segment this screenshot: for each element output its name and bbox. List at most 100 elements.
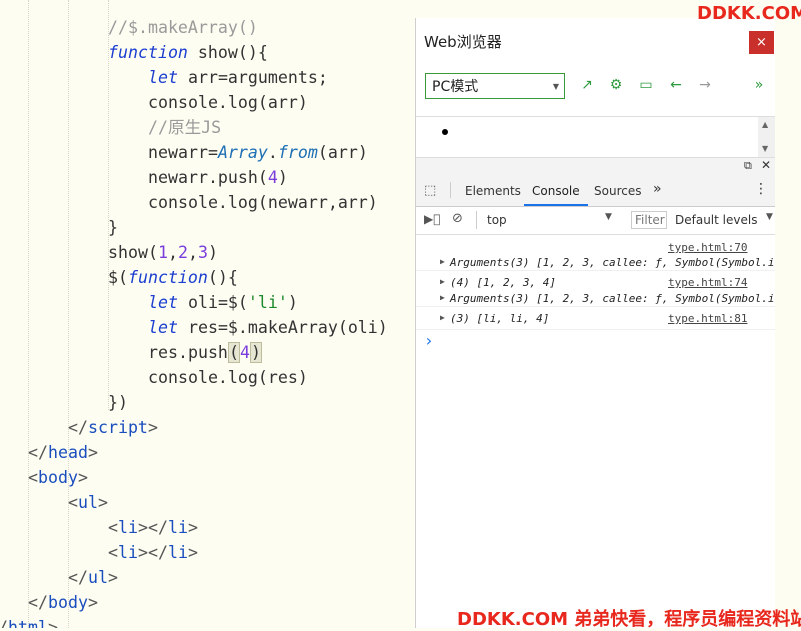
code-token: res=$.makeArray(oli) [177, 318, 388, 337]
code-token: ) [249, 342, 262, 363]
browser-title: Web浏览器 [424, 33, 502, 51]
code-token: ( [227, 342, 240, 363]
scroll-up-icon[interactable]: ▲ [762, 120, 768, 129]
code-token: from [277, 143, 318, 162]
browser-toolbar: PC模式 ▼ ↗ ⚙ ▭ ← → » [416, 66, 775, 114]
code-token: < [68, 493, 78, 512]
code-token: script [87, 418, 148, 437]
code-token: > [97, 493, 108, 512]
code-line[interactable]: console.log(arr) [148, 90, 308, 115]
vertical-scrollbar[interactable]: ▲ ▼ [758, 117, 775, 157]
filter-input[interactable]: Filter [631, 211, 667, 229]
code-editor[interactable]: //$.makeArray() function show(){let arr=a… [0, 0, 415, 628]
source-link[interactable]: type.html:81 [668, 312, 747, 325]
code-token: </ [28, 593, 48, 612]
code-token: ) [207, 243, 218, 262]
code-token: (arr) [317, 143, 368, 162]
code-line[interactable]: res.push(4) [148, 340, 262, 365]
code-line[interactable]: let arr=arguments; [148, 65, 328, 90]
code-token: </ [68, 418, 88, 437]
forward-arrow-icon[interactable]: → [696, 76, 714, 94]
code-token: li [167, 543, 188, 562]
code-line[interactable]: }) [108, 390, 128, 415]
console-output: type.html:70 ▶ Arguments(3) [1, 2, 3, cal… [416, 235, 775, 628]
back-arrow-icon[interactable]: ← [667, 76, 685, 94]
code-line[interactable]: </script> [68, 415, 158, 440]
open-external-icon[interactable]: ↗ [578, 76, 596, 94]
code-token: > [47, 618, 58, 628]
source-link[interactable]: type.html:70 [668, 241, 747, 254]
code-line[interactable]: newarr=Array.from(arr) [148, 140, 368, 165]
clear-console-icon[interactable]: ⊘ [452, 211, 463, 226]
expand-triangle-icon[interactable]: ▶ [440, 277, 445, 286]
settings-icon[interactable]: ⚙ [607, 76, 625, 94]
sidebar-toggle-icon[interactable]: ▶⃞ [424, 212, 440, 226]
code-token: let [148, 293, 178, 312]
log-text[interactable]: ▶ Arguments(3) [1, 2, 3, callee: ƒ, Symbo… [440, 292, 775, 305]
code-line[interactable]: <li></li> [108, 515, 198, 540]
code-line[interactable]: </ul> [68, 565, 118, 590]
code-token: 3 [197, 243, 208, 262]
code-line[interactable]: $(function(){ [108, 265, 238, 290]
code-token: > [187, 543, 198, 562]
code-line[interactable]: console.log(res) [148, 365, 308, 390]
code-token: function [108, 43, 188, 62]
devtools-menu-icon[interactable]: ⋮ [754, 181, 768, 197]
code-line[interactable]: function show(){ [108, 40, 268, 65]
code-line[interactable]: newarr.push(4) [148, 165, 288, 190]
tab-elements[interactable]: Elements [465, 184, 521, 198]
log-text[interactable]: ▶ Arguments(3) [1, 2, 3, callee: ƒ, Symbo… [440, 256, 775, 269]
expand-triangle-icon[interactable]: ▶ [440, 257, 445, 266]
code-line[interactable]: </body> [28, 590, 98, 615]
code-token: li [118, 518, 138, 537]
inspect-icon[interactable]: ⬚ [424, 183, 436, 198]
code-token: }) [108, 393, 128, 412]
console-icon[interactable]: ▭ [637, 76, 655, 94]
code-line[interactable]: //原生JS [148, 115, 221, 140]
console-filter-bar: ▶⃞ ⊘ top ▼ Filter Default levels ▼ [416, 207, 775, 235]
tab-console[interactable]: Console [532, 184, 580, 198]
code-token: console.log(res) [148, 368, 308, 387]
code-line[interactable]: } [108, 215, 118, 240]
devtools-close-icon[interactable]: ✕ [761, 158, 771, 172]
source-link[interactable]: type.html:74 [668, 276, 747, 289]
code-token: > [147, 418, 158, 437]
code-token: li [167, 518, 188, 537]
code-token: < [108, 518, 118, 537]
levels-select[interactable]: Default levels [675, 213, 757, 227]
code-line[interactable]: console.log(newarr,arr) [148, 190, 378, 215]
code-token: head [47, 443, 88, 462]
more-tabs-icon[interactable]: » [653, 181, 662, 197]
expand-triangle-icon[interactable]: ▶ [440, 293, 445, 302]
context-select[interactable]: top [487, 213, 507, 227]
log-message: Arguments(3) [1, 2, 3, callee: ƒ, Symbol… [450, 256, 775, 269]
close-button[interactable]: × [749, 31, 774, 54]
code-line[interactable]: </html> [0, 615, 58, 628]
code-token: ul [87, 568, 108, 587]
more-icon[interactable]: » [750, 76, 768, 94]
expand-triangle-icon[interactable]: ▶ [440, 313, 445, 322]
console-prompt[interactable]: › [424, 331, 434, 350]
code-line[interactable]: <li></li> [108, 540, 198, 565]
code-line[interactable]: <ul> [68, 490, 108, 515]
code-token: show( [108, 243, 158, 262]
code-line[interactable]: </head> [28, 440, 98, 465]
code-token: console.log(arr) [148, 93, 308, 112]
code-token: < [108, 543, 118, 562]
code-line[interactable]: show(1,2,3) [108, 240, 218, 265]
page-viewport: ▲ ▼ [416, 116, 775, 158]
divider [450, 182, 451, 198]
code-token: newarr= [148, 143, 218, 162]
code-line[interactable]: let res=$.makeArray(oli) [148, 315, 388, 340]
log-text[interactable]: ▶ (3) [li, li, 4] [440, 312, 550, 325]
code-line[interactable]: let oli=$('li') [148, 290, 298, 315]
indent-guide [68, 0, 69, 628]
log-message: (3) [li, li, 4] [450, 312, 550, 325]
undock-icon[interactable]: ⧉ [744, 159, 752, 173]
code-line[interactable]: <body> [28, 465, 88, 490]
log-text[interactable]: ▶ (4) [1, 2, 3, 4] [440, 276, 556, 289]
code-line[interactable]: //$.makeArray() [108, 15, 258, 40]
mode-select[interactable]: PC模式 ▼ [425, 73, 565, 99]
scroll-down-icon[interactable]: ▼ [762, 144, 768, 153]
tab-sources[interactable]: Sources [594, 184, 641, 198]
